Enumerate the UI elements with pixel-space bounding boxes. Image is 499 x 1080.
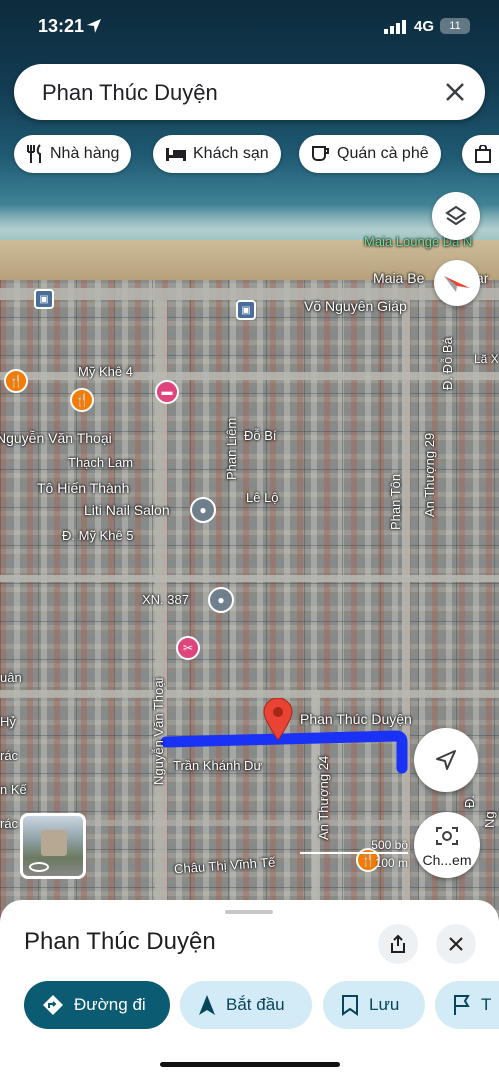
directions-button[interactable]: Đường đi: [24, 981, 170, 1029]
flag-icon: [454, 995, 470, 1015]
location-pin-icon[interactable]: [262, 698, 294, 742]
street-label-an-thuong-29: An Thượng 29: [422, 432, 437, 517]
place-pin-icon[interactable]: ●: [190, 497, 216, 523]
street-label-nguyen-van-thoai-side: Nguyễn Văn Thoại: [151, 677, 166, 785]
explore-label: Ch...em: [422, 852, 472, 868]
chip-label: Quán cà phê: [337, 145, 429, 162]
directions-label: Đường đi: [74, 995, 146, 1014]
search-input[interactable]: Phan Thúc Duyện: [42, 80, 218, 106]
street-label-left-rac: rác: [0, 748, 19, 763]
signal-icon: [384, 20, 406, 34]
navigation-arrow-icon: [199, 995, 215, 1015]
battery-icon: 11: [440, 18, 470, 34]
home-indicator: [160, 1062, 340, 1067]
hotel-icon: [166, 148, 186, 161]
place-title: Phan Thúc Duyện: [24, 928, 216, 955]
layers-button[interactable]: [432, 192, 480, 240]
compass-button[interactable]: [434, 260, 480, 306]
save-label: Lưu: [369, 995, 400, 1014]
chip-cafes[interactable]: Quán cà phê: [299, 135, 441, 173]
chip-label: Khách sạn: [193, 145, 269, 162]
street-label-right-ng: Ng: [482, 811, 497, 828]
street-label-left-rac2: rác: [0, 816, 19, 831]
place-label-maia-beach[interactable]: Maia Be: [373, 270, 424, 286]
network-type: 4G: [414, 18, 435, 35]
start-label: Bắt đầu: [226, 995, 285, 1014]
status-time: 13:21: [38, 16, 85, 36]
restaurant-icon[interactable]: 🍴: [70, 388, 94, 412]
start-button[interactable]: Bắt đầu: [180, 981, 312, 1029]
layers-icon: [445, 205, 467, 226]
street-label-do-bi: Đỗ Bí: [244, 428, 277, 443]
street-label-phan-liem: Phan Liêm: [224, 417, 239, 480]
my-location-button[interactable]: [414, 728, 478, 792]
street-label-my-khe-4: Mỹ Khê 4: [78, 364, 133, 379]
camera-lens-icon: [436, 827, 458, 845]
street-label-la-x: Lã X: [474, 352, 499, 366]
chip-hotels[interactable]: Khách sạn: [153, 135, 281, 173]
rotate-360-icon: [29, 862, 49, 872]
label-button-text: T: [481, 995, 492, 1014]
bus-stop-icon[interactable]: ▣: [236, 300, 256, 320]
save-button[interactable]: Lưu: [323, 981, 425, 1029]
status-bar: 13:21 4G 11: [0, 0, 499, 50]
place-label-phan-thuc-duyen[interactable]: Phan Thúc Duyện: [300, 711, 412, 727]
hotel-icon[interactable]: ▬: [155, 380, 179, 404]
place-pin-icon[interactable]: ●: [208, 587, 234, 613]
lens-explore-button[interactable]: Ch...em: [414, 812, 480, 878]
street-label-vo-nguyen-giap: Võ Nguyên Giáp: [304, 298, 407, 314]
street-label-left-uan: uân: [0, 670, 22, 685]
restaurant-icon[interactable]: 🍴: [4, 369, 28, 393]
battery-level: 11: [449, 20, 461, 32]
place-label-xn-387[interactable]: XN. 387: [142, 592, 189, 607]
navigation-arrow-icon: [436, 750, 456, 770]
street-label-tran-khanh-du: Trần Khánh Dư: [173, 758, 263, 773]
restaurant-icon: [27, 144, 41, 163]
bus-stop-icon[interactable]: ▣: [34, 289, 54, 309]
label-button[interactable]: T: [435, 981, 499, 1029]
chip-restaurants[interactable]: Nhà hàng: [14, 135, 132, 173]
close-sheet-button[interactable]: [436, 924, 476, 964]
street-label-phan-ton: Phan Tôn: [388, 473, 403, 530]
shopping-bag-icon: [475, 145, 491, 163]
street-label-left-n-ke: n Kế: [0, 782, 27, 797]
chip-label: Nhà hàng: [50, 145, 120, 162]
scale-metric: 100 m: [374, 856, 408, 870]
close-icon: [449, 937, 463, 951]
search-bar[interactable]: Phan Thúc Duyện: [14, 64, 485, 120]
street-label-an-thuong-24: An Thượng 24: [316, 755, 331, 840]
drag-handle[interactable]: [225, 910, 273, 914]
street-view-thumbnail[interactable]: [20, 813, 86, 879]
scale-bar: 500 bộ 100 m: [300, 838, 420, 870]
place-label-liti-nail[interactable]: Liti Nail Salon: [84, 502, 170, 518]
scale-line: [300, 852, 408, 854]
location-arrow-icon: [87, 19, 101, 33]
share-button[interactable]: [378, 924, 418, 964]
chip-shopping[interactable]: [462, 135, 499, 173]
cafe-icon: [312, 146, 329, 161]
share-icon: [391, 934, 405, 953]
compass-icon: [444, 276, 470, 292]
street-label-do-ba: Đ. Đỗ Bá: [440, 337, 455, 390]
street-label-nguyen-van-thoai-top: Nguyễn Văn Thoại: [0, 430, 112, 446]
close-icon[interactable]: [445, 82, 465, 102]
shop-icon[interactable]: ✂: [176, 636, 200, 660]
street-label-my-khe-5: Đ. Mỹ Khê 5: [62, 528, 134, 543]
street-label-le-lo: Lê Lộ: [246, 490, 279, 505]
scale-imperial: 500 bộ: [371, 838, 408, 852]
street-label-thach-lam: Thạch Lam: [68, 455, 134, 470]
directions-icon: [43, 995, 63, 1015]
bookmark-icon: [342, 995, 358, 1016]
building-shape: [41, 830, 67, 856]
street-label-left-hy: Hỷ: [0, 714, 16, 729]
street-label-to-hien-thanh: Tô Hiến Thành: [37, 480, 130, 496]
street-label-right-d: Đ.: [462, 795, 477, 808]
